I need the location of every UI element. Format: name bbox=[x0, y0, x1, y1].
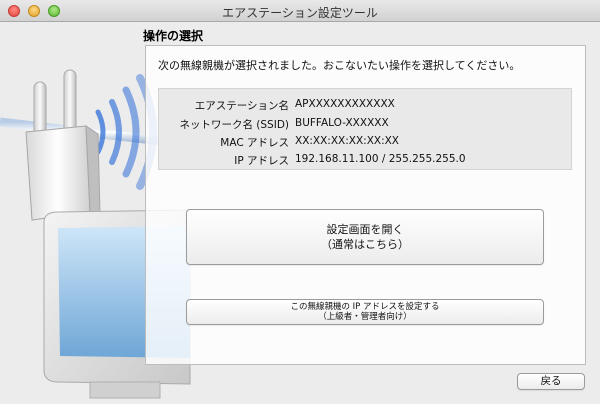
set-ip-address-label: この無線親機の IP アドレスを設定する bbox=[290, 302, 440, 312]
info-row-ssid: ネットワーク名 (SSID) BUFFALO-XXXXXX bbox=[159, 117, 573, 133]
title-bar: エアステーション設定ツール bbox=[0, 0, 600, 22]
instruction-text: 次の無線親機が選択されました。おこないたい操作を選択してください。 bbox=[158, 59, 521, 72]
info-row-ip: IP アドレス 192.168.11.100 / 255.255.255.0 bbox=[159, 153, 573, 169]
back-button[interactable]: 戻る bbox=[517, 373, 585, 390]
set-ip-address-sublabel: （上級者・管理者向け） bbox=[318, 312, 412, 322]
open-settings-button[interactable]: 設定画面を開く （通常はこちら） bbox=[186, 209, 544, 265]
info-value: BUFFALO-XXXXXX bbox=[295, 117, 389, 129]
open-settings-sublabel: （通常はこちら） bbox=[321, 238, 409, 251]
info-label: ネットワーク名 (SSID) bbox=[179, 119, 289, 131]
main-panel: 次の無線親機が選択されました。おこないたい操作を選択してください。 エアステーシ… bbox=[145, 45, 586, 365]
window-title: エアステーション設定ツール bbox=[222, 6, 378, 20]
info-label: MAC アドレス bbox=[220, 137, 289, 149]
monitor-stand bbox=[89, 381, 161, 399]
app-window: エアステーション設定ツール 操作の選択 次の無線親機が選択されました。おこないた… bbox=[0, 0, 600, 404]
info-label: IP アドレス bbox=[234, 155, 289, 167]
set-ip-address-button[interactable]: この無線親機の IP アドレスを設定する （上級者・管理者向け） bbox=[186, 299, 544, 325]
router-body bbox=[25, 125, 91, 221]
section-title: 操作の選択 bbox=[143, 29, 204, 43]
info-row-name: エアステーション名 APXXXXXXXXXXXX bbox=[159, 98, 573, 114]
info-label: エアステーション名 bbox=[194, 100, 289, 112]
info-value: 192.168.11.100 / 255.255.255.0 bbox=[295, 153, 466, 165]
access-point-info-box: エアステーション名 APXXXXXXXXXXXX ネットワーク名 (SSID) … bbox=[158, 88, 572, 170]
info-value: XX:XX:XX:XX:XX:XX bbox=[295, 135, 400, 147]
open-settings-label: 設定画面を開く bbox=[326, 223, 404, 236]
info-row-mac: MAC アドレス XX:XX:XX:XX:XX:XX bbox=[159, 135, 573, 151]
info-value: APXXXXXXXXXXXX bbox=[295, 98, 395, 110]
